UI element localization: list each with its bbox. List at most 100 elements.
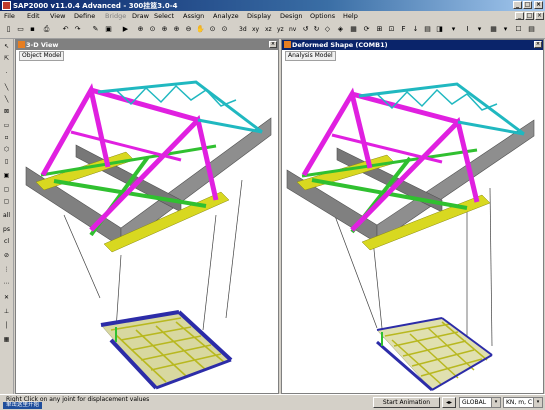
taskbar-start-button[interactable]: 单击这里开始: [3, 402, 43, 409]
draw-joint-icon[interactable]: ·: [2, 69, 11, 78]
grid-icon[interactable]: ▦: [488, 24, 499, 35]
draw-solid-icon[interactable]: ▣: [2, 171, 11, 180]
new-icon[interactable]: ▯: [3, 24, 14, 35]
rubber-band-icon[interactable]: ◨: [434, 24, 445, 35]
menu-define[interactable]: Define: [74, 12, 95, 20]
rotate-right-icon[interactable]: ↻: [311, 24, 322, 35]
print-icon[interactable]: ⎙: [41, 24, 52, 35]
snap-ends-icon[interactable]: ⋯: [2, 279, 11, 288]
snap-fine-grid-icon[interactable]: ▦: [2, 335, 11, 344]
show-loads-icon[interactable]: ↓: [410, 24, 421, 35]
draw-brace-icon[interactable]: ⊠: [2, 107, 11, 116]
view-xz-button[interactable]: xz: [265, 24, 272, 35]
menu-display[interactable]: Display: [247, 12, 271, 20]
bridge-model-drawing: [25, 80, 272, 390]
draw-rect-area-icon[interactable]: ▫: [2, 133, 11, 142]
dropdown-arrow-icon: ▾: [533, 398, 542, 407]
view-xy-button[interactable]: xy: [252, 24, 259, 35]
menu-analyze[interactable]: Analyze: [213, 12, 239, 20]
animation-settings-button[interactable]: ◂▸: [442, 397, 456, 408]
menu-bridge[interactable]: Bridge: [105, 12, 126, 20]
menu-options[interactable]: Options: [310, 12, 335, 20]
mdi-close-button[interactable]: ×: [535, 12, 544, 20]
window-icon: [18, 41, 25, 48]
menu-select[interactable]: Select: [154, 12, 174, 20]
open-icon[interactable]: ▭: [15, 24, 26, 35]
clear-selection-icon[interactable]: cl: [2, 237, 11, 246]
window-icon: [284, 41, 291, 48]
left-viewport-close-button[interactable]: ×: [269, 41, 277, 48]
menu-assign[interactable]: Assign: [183, 12, 204, 20]
select-all-icon[interactable]: all: [2, 211, 11, 220]
display-options-icon[interactable]: ☐: [513, 24, 524, 35]
zoom-next-icon[interactable]: ⊙: [219, 24, 230, 35]
perspective-icon[interactable]: ◇: [322, 24, 333, 35]
pointer-icon[interactable]: ↖: [2, 42, 11, 51]
run-icon[interactable]: ▶: [120, 24, 131, 35]
get-previous-icon[interactable]: ps: [2, 225, 11, 234]
reshape-icon[interactable]: ⇱: [2, 54, 11, 63]
menu-bar: File Edit View Define Bridge Draw Select…: [0, 11, 545, 22]
minimize-button[interactable]: _: [513, 1, 522, 9]
object-shrink-icon[interactable]: ◈: [335, 24, 346, 35]
show-deformed-icon[interactable]: ⊡: [386, 24, 397, 35]
zoom-out-icon[interactable]: ⊖: [183, 24, 194, 35]
snap-lines-icon[interactable]: │: [2, 321, 11, 330]
draw-link-icon[interactable]: ▢: [2, 185, 11, 194]
zoom-prev-icon[interactable]: ⊙: [207, 24, 218, 35]
show-tables-icon[interactable]: ▤: [422, 24, 433, 35]
rotate-left-icon[interactable]: ↺: [300, 24, 311, 35]
menu-design[interactable]: Design: [280, 12, 302, 20]
units-select[interactable]: KN, m, C ▾: [503, 397, 543, 408]
pan-icon[interactable]: ✋: [195, 24, 206, 35]
left-viewport[interactable]: 3-D View × Object Model: [15, 39, 279, 394]
quick-area-icon[interactable]: ▯: [2, 157, 11, 166]
draw-frame-quick-icon[interactable]: ╲: [2, 95, 11, 104]
right-viewport-close-button[interactable]: ×: [534, 41, 542, 48]
snap-intersect-icon[interactable]: ✕: [2, 293, 11, 302]
snap-perpendicular-icon[interactable]: ⊥: [2, 307, 11, 316]
menu-file[interactable]: File: [4, 12, 15, 20]
menu-draw[interactable]: Draw: [132, 12, 149, 20]
mdi-restore-button[interactable]: □: [525, 12, 534, 20]
zoom-restore-icon[interactable]: ⊙: [147, 24, 158, 35]
status-bar: Right Click on any joint for displacemen…: [0, 394, 545, 410]
intersecting-line-icon[interactable]: ⊘: [2, 251, 11, 260]
left-viewport-title: 3-D View: [26, 41, 59, 49]
draw-frame-icon[interactable]: ╲: [2, 83, 11, 92]
material-icon[interactable]: ▤: [526, 24, 537, 35]
dropdown-arrow-icon[interactable]: ▾: [500, 24, 511, 35]
save-icon[interactable]: ▪: [27, 24, 38, 35]
close-button[interactable]: ×: [534, 1, 543, 9]
view-yz-button[interactable]: yz: [277, 24, 284, 35]
coord-system-select[interactable]: GLOBAL ▾: [459, 397, 501, 408]
right-viewport[interactable]: Deformed Shape (COMB1) × Analysis Model: [281, 39, 544, 394]
maximize-button[interactable]: □: [523, 1, 532, 9]
draw-poly-area-icon[interactable]: ⬡: [2, 145, 11, 154]
pencil-icon[interactable]: ✎: [90, 24, 101, 35]
zoom-full-icon[interactable]: ⊕: [159, 24, 170, 35]
zoom-in-icon[interactable]: ⊕: [171, 24, 182, 35]
snap-joints-icon[interactable]: ⋮: [2, 265, 11, 274]
mdi-minimize-button[interactable]: _: [515, 12, 524, 20]
redo-icon[interactable]: ↷: [72, 24, 83, 35]
refresh-icon[interactable]: ⟳: [361, 24, 372, 35]
view-nv-button[interactable]: nv: [289, 24, 296, 35]
dropdown-arrow-icon[interactable]: ▾: [448, 24, 459, 35]
dropdown-arrow-icon: ▾: [491, 398, 500, 407]
draw-area-icon[interactable]: ▭: [2, 121, 11, 130]
frame-section-icon[interactable]: I: [462, 24, 473, 35]
zoom-window-icon[interactable]: ⊕: [135, 24, 146, 35]
start-animation-button[interactable]: Start Animation: [373, 397, 440, 408]
lock-icon[interactable]: ▣: [103, 24, 114, 35]
set-display-icon[interactable]: ▦: [348, 24, 359, 35]
show-undeformed-icon[interactable]: ⊞: [374, 24, 385, 35]
menu-view[interactable]: View: [50, 12, 65, 20]
undo-icon[interactable]: ↶: [60, 24, 71, 35]
view-3d-button[interactable]: 3d: [239, 24, 247, 35]
menu-help[interactable]: Help: [343, 12, 358, 20]
show-forces-icon[interactable]: F: [398, 24, 409, 35]
dropdown-arrow-icon[interactable]: ▾: [474, 24, 485, 35]
draw-tendon-icon[interactable]: ▢: [2, 197, 11, 206]
menu-edit[interactable]: Edit: [27, 12, 40, 20]
